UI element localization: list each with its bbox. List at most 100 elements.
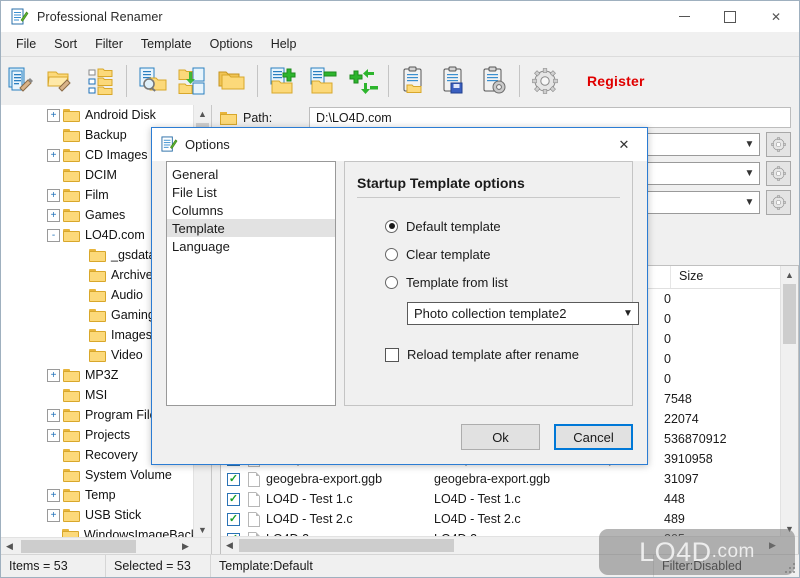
gear-icon (771, 195, 786, 210)
row-checkbox[interactable]: ✓ (227, 512, 240, 526)
file-list-horizontal-scrollbar[interactable]: ◀ ▶ (221, 536, 798, 554)
expand-icon[interactable]: + (47, 188, 60, 202)
template-settings-button-2[interactable] (766, 161, 791, 186)
status-bar: Items = 53 Selected = 53 Template:Defaul… (1, 554, 799, 577)
clipboard-save-icon[interactable] (434, 61, 474, 101)
remove-file-icon[interactable] (303, 61, 343, 101)
scroll-down-icon[interactable]: ▼ (194, 521, 211, 538)
scroll-left-icon[interactable]: ◀ (221, 537, 238, 554)
register-link[interactable]: Register (587, 73, 645, 89)
gear-icon (771, 166, 786, 181)
tree-item-label: Temp (85, 488, 116, 502)
scroll-down-icon[interactable]: ▼ (781, 520, 798, 537)
tree-item-label: Android Disk (85, 108, 156, 122)
clipboard-settings-icon[interactable] (474, 61, 514, 101)
reload-template-checkbox-row[interactable]: Reload template after rename (385, 347, 632, 362)
preview-search-icon[interactable] (132, 61, 172, 101)
menu-item-filter[interactable]: Filter (86, 34, 132, 54)
scroll-thumb-h[interactable] (239, 539, 454, 552)
table-row[interactable]: ✓ LO4D - Test 2.c LO4D - Test 2.c 489 (221, 509, 798, 529)
tree-item[interactable]: System Volume (1, 465, 211, 485)
chevron-down-icon[interactable]: ▼ (740, 134, 759, 155)
tree-item[interactable]: + Android Disk (1, 105, 211, 125)
tree-item-label: DCIM (85, 168, 117, 182)
category-file-list[interactable]: File List (167, 183, 335, 201)
column-size[interactable]: Size (671, 266, 781, 288)
expand-icon[interactable]: + (47, 108, 60, 122)
resize-grip[interactable] (785, 563, 797, 575)
menu-item-sort[interactable]: Sort (45, 34, 86, 54)
maximize-button[interactable] (707, 1, 753, 32)
scroll-right-icon[interactable]: ▶ (177, 538, 194, 555)
radio-clear-template[interactable]: Clear template (385, 240, 632, 268)
collapse-icon[interactable]: - (47, 228, 60, 242)
rename-tree-icon[interactable] (81, 61, 121, 101)
category-template[interactable]: Template (167, 219, 335, 237)
checkbox-icon[interactable] (385, 347, 399, 362)
table-row[interactable]: ✓ LO4D - Test 1.c LO4D - Test 1.c 448 (221, 489, 798, 509)
menu-item-file[interactable]: File (7, 34, 45, 54)
expand-icon[interactable]: + (47, 208, 60, 222)
scroll-thumb-h[interactable] (21, 540, 136, 553)
menu-item-options[interactable]: Options (201, 34, 262, 54)
status-template: Template:Default (211, 555, 654, 577)
expand-icon[interactable]: + (47, 428, 60, 442)
rename-folders-icon[interactable] (41, 61, 81, 101)
gear-icon[interactable] (525, 61, 565, 101)
expand-icon[interactable]: + (47, 408, 60, 422)
file-list-vertical-scrollbar[interactable]: ▲ ▼ (780, 266, 798, 537)
category-general[interactable]: General (167, 165, 335, 183)
add-file-icon[interactable] (263, 61, 303, 101)
radio-button-icon[interactable] (385, 219, 398, 233)
scroll-up-icon[interactable]: ▲ (194, 105, 211, 122)
dialog-close-button[interactable]: ✕ (601, 128, 647, 161)
window-title: Professional Renamer (37, 9, 163, 24)
tree-item[interactable]: + USB Stick (1, 505, 211, 525)
template-settings-button-1[interactable] (766, 132, 791, 157)
radio-template-from-list[interactable]: Template from list (385, 268, 632, 296)
tree-item-label: Games (85, 208, 126, 222)
tree-item[interactable]: + Temp (1, 485, 211, 505)
add-remove-icon[interactable] (343, 61, 383, 101)
dialog-buttons: Ok Cancel (461, 424, 633, 450)
folders-icon[interactable] (212, 61, 252, 101)
cancel-button[interactable]: Cancel (554, 424, 633, 450)
expand-icon[interactable]: + (47, 148, 60, 162)
tree-horizontal-scrollbar[interactable]: ◀ ▶ (1, 537, 211, 555)
scroll-right-icon[interactable]: ▶ (764, 537, 781, 554)
dialog-category-list[interactable]: General File List Columns Template Langu… (166, 161, 336, 406)
category-columns[interactable]: Columns (167, 201, 335, 219)
rename-files-icon[interactable] (1, 61, 41, 101)
radio-default-template[interactable]: Default template (385, 212, 632, 240)
expand-icon[interactable]: + (47, 508, 60, 522)
clipboard-open-icon[interactable] (394, 61, 434, 101)
swap-files-folders-icon[interactable] (172, 61, 212, 101)
chevron-down-icon[interactable]: ▼ (740, 163, 759, 184)
gear-icon (771, 137, 786, 152)
menu-item-help[interactable]: Help (262, 34, 306, 54)
chevron-down-icon[interactable]: ▼ (618, 308, 638, 319)
close-button[interactable]: ✕ (753, 1, 799, 32)
cell-new-name: LO4D - Test 1.c (434, 492, 521, 506)
category-language[interactable]: Language (167, 237, 335, 255)
menu-item-template[interactable]: Template (132, 34, 201, 54)
folder-icon (63, 488, 80, 502)
ok-button[interactable]: Ok (461, 424, 540, 450)
radio-button-icon[interactable] (385, 275, 398, 289)
chevron-down-icon[interactable]: ▼ (740, 192, 759, 213)
expand-icon[interactable]: + (47, 488, 60, 502)
row-checkbox[interactable]: ✓ (227, 492, 240, 506)
scroll-thumb[interactable] (783, 284, 796, 344)
row-checkbox[interactable]: ✓ (227, 472, 240, 486)
minimize-button[interactable] (661, 1, 707, 32)
table-row[interactable]: ✓ geogebra-export.ggb geogebra-export.ggb 3… (221, 469, 798, 489)
radio-button-icon[interactable] (385, 247, 398, 261)
template-list-dropdown[interactable]: Photo collection template2 ▼ (407, 302, 639, 325)
scroll-left-icon[interactable]: ◀ (1, 538, 18, 555)
template-settings-button-3[interactable] (766, 190, 791, 215)
scroll-up-icon[interactable]: ▲ (781, 266, 798, 283)
expand-icon[interactable]: + (47, 368, 60, 382)
options-panel-heading: Startup Template options (357, 175, 525, 191)
path-input[interactable]: D:\LO4D.com (309, 107, 791, 128)
